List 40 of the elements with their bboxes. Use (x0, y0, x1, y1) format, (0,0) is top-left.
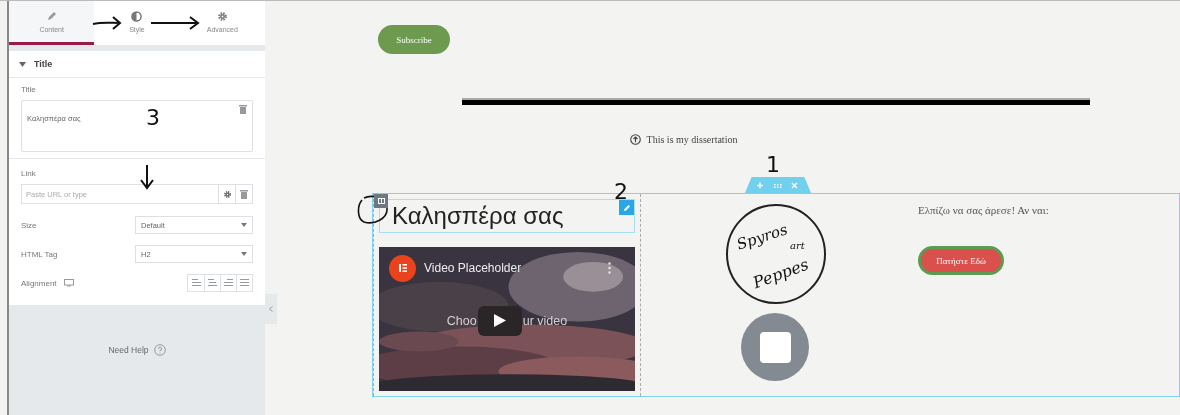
handwritten-number: 1 (766, 154, 780, 176)
click-here-button[interactable]: Πατήστε Εδώ (918, 246, 1004, 275)
align-right-icon[interactable] (220, 275, 236, 291)
paragraph-text: Ελπίζω να σας άρεσε! Αν ναι: (918, 204, 1049, 216)
subscribe-button[interactable]: Subscribe (378, 25, 450, 54)
contrast-icon (131, 10, 143, 22)
align-center-icon[interactable] (204, 275, 220, 291)
help-link[interactable]: Need Help (108, 345, 149, 355)
settings-icon (216, 10, 228, 22)
monitor-icon[interactable] (63, 279, 74, 287)
arrow-annotation (150, 15, 200, 31)
arrow-annotation (140, 164, 154, 190)
heading-widget[interactable]: Καλησπέρα σας (379, 199, 635, 233)
more-icon[interactable] (608, 262, 611, 275)
edit-icon[interactable] (619, 200, 634, 215)
justify-icon[interactable] (236, 275, 252, 291)
collapse-handle[interactable] (265, 294, 277, 324)
caret-icon (241, 223, 247, 227)
caret-icon (241, 252, 247, 256)
help-icon[interactable] (153, 344, 166, 356)
field-label: Link (21, 169, 37, 178)
handwritten-number: 3 (146, 107, 160, 129)
section-handle[interactable] (745, 177, 811, 193)
caret-icon (19, 61, 26, 67)
field-label: HTML Tag (21, 249, 58, 259)
field-label: Size (21, 220, 37, 230)
field-label: Alignment (21, 278, 57, 288)
arrow-annotation (92, 15, 122, 31)
arrow-up-circle-icon (629, 134, 641, 145)
dissertation-text: This is my dissertation (646, 134, 738, 145)
video-caption: Choo (446, 313, 477, 328)
heading-text: Καλησπέρα σας (392, 201, 564, 230)
pencil-icon (45, 10, 58, 22)
video-caption: ur video (522, 313, 568, 328)
column-icon[interactable] (374, 194, 388, 208)
circle-annotation (356, 194, 390, 226)
field-label: Title (21, 85, 37, 94)
trash-icon[interactable] (239, 105, 247, 114)
video-title: Video Placeholder (424, 261, 523, 276)
play-icon (493, 314, 506, 328)
